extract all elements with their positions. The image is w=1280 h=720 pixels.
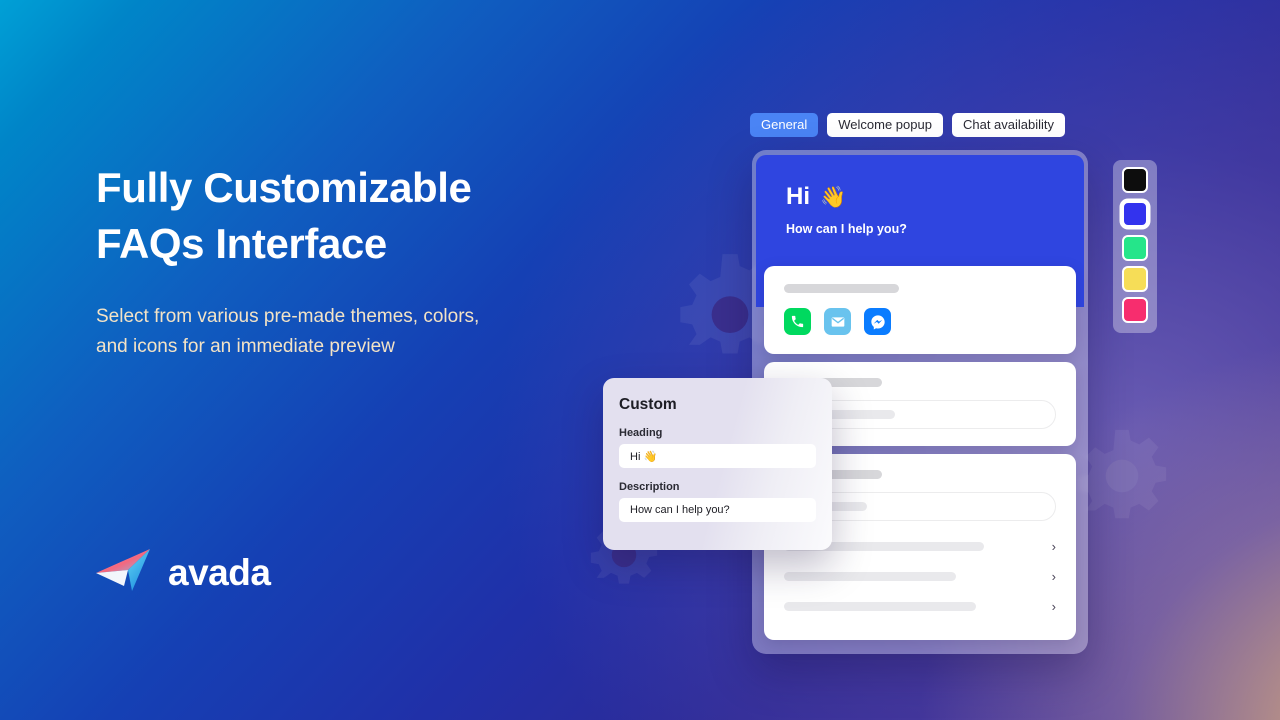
swatch-green[interactable] [1122, 235, 1148, 261]
faq-list-item[interactable]: › [784, 591, 1056, 621]
chat-widget-preview: Hi 👋 How can I help you? › › › [756, 155, 1084, 640]
widget-greeting: Hi 👋 [786, 185, 1054, 209]
tab-general[interactable]: General [750, 113, 819, 137]
swatch-pink[interactable] [1122, 297, 1148, 323]
tab-bar: General Welcome popup Chat availability [750, 113, 1066, 137]
hero-copy: Fully Customizable FAQs Interface Select… [96, 160, 566, 362]
chevron-right-icon: › [1051, 538, 1056, 554]
avada-logo-text: avada [168, 551, 271, 593]
avada-paper-plane-logo-icon [94, 546, 158, 599]
tab-welcome-popup[interactable]: Welcome popup [827, 113, 943, 137]
description-input[interactable]: How can I help you? [619, 498, 816, 522]
page-title: Fully Customizable FAQs Interface [96, 160, 566, 272]
waving-hand-icon: 👋 [820, 185, 847, 209]
skeleton-bar [784, 601, 976, 611]
headline-line-1: Fully Customizable [96, 164, 472, 211]
chevron-right-icon: › [1051, 568, 1056, 584]
skeleton-bar [784, 284, 899, 293]
phone-icon[interactable] [784, 308, 811, 335]
email-icon[interactable] [824, 308, 851, 335]
swatch-blue[interactable] [1122, 201, 1148, 227]
messenger-icon[interactable] [864, 308, 891, 335]
custom-panel-title: Custom [619, 396, 677, 413]
heading-input[interactable]: Hi 👋 [619, 444, 816, 468]
faq-list-item[interactable]: › [784, 561, 1056, 591]
hero-subtitle: Select from various pre-made themes, col… [96, 306, 480, 357]
headline-line-2: FAQs Interface [96, 220, 387, 267]
avada-logo: avada [94, 546, 271, 599]
skeleton-bar [784, 571, 956, 581]
gear-decoration-icon [1074, 428, 1170, 524]
description-field-label: Description [619, 481, 680, 493]
widget-subtitle: How can I help you? [786, 222, 907, 236]
custom-settings-panel: Custom Heading Hi 👋 Description How can … [603, 378, 832, 550]
widget-greeting-text: Hi [786, 183, 810, 210]
swatch-yellow[interactable] [1122, 266, 1148, 292]
tab-chat-availability[interactable]: Chat availability [951, 113, 1066, 137]
contact-icon-row [784, 308, 1056, 335]
heading-field-label: Heading [619, 427, 663, 439]
swatch-black[interactable] [1122, 167, 1148, 193]
chevron-right-icon: › [1051, 598, 1056, 614]
contact-channels-card [764, 266, 1076, 354]
color-swatch-rail [1113, 160, 1157, 333]
